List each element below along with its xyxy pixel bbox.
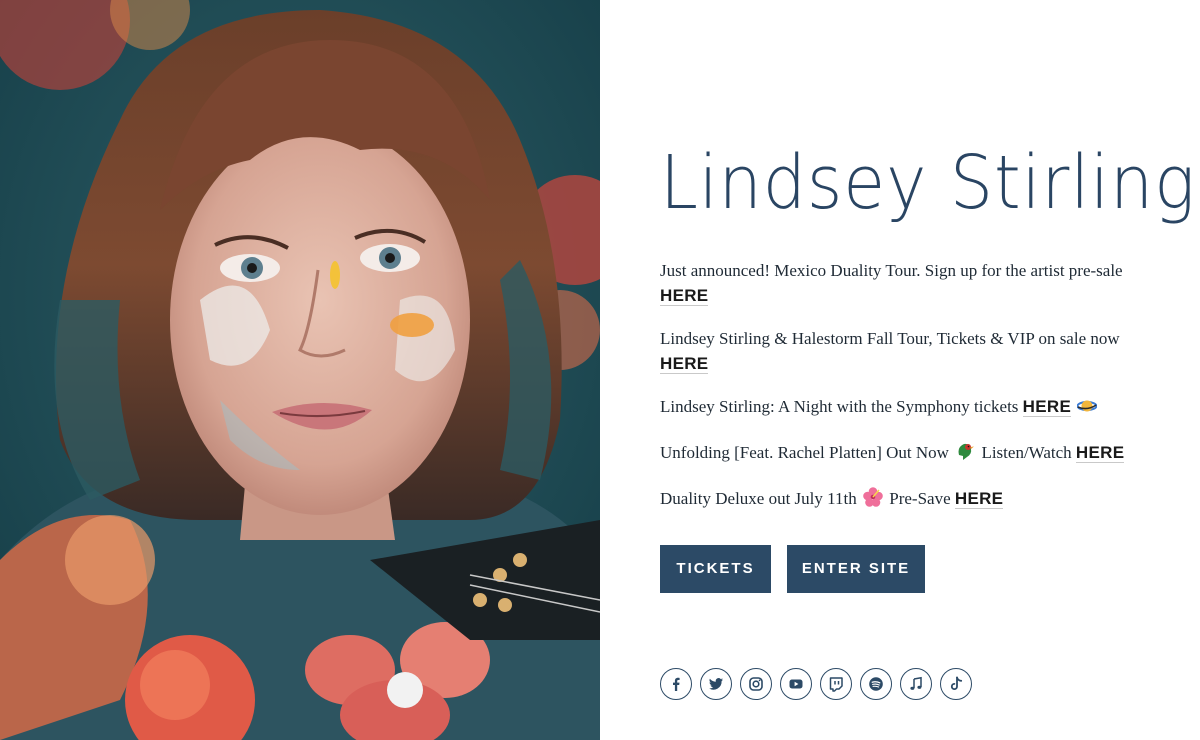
instagram-icon (749, 677, 763, 691)
youtube-icon (789, 679, 803, 689)
news-text: Unfolding [Feat. Rachel Platten] Out Now (660, 443, 954, 462)
youtube-link[interactable] (780, 668, 812, 700)
tickets-button[interactable]: TICKETS (660, 545, 771, 593)
facebook-icon (673, 677, 680, 691)
tiktok-icon (950, 676, 963, 690)
news-link-here[interactable]: HERE (660, 286, 709, 306)
twitter-icon (709, 678, 723, 690)
news-item: Lindsey Stirling: A Night with the Symph… (660, 394, 1140, 422)
cta-buttons: TICKETS ENTER SITE (660, 545, 941, 593)
news-text: Pre-Save (885, 489, 955, 508)
news-text: Just announced! Mexico Duality Tour. Sig… (660, 261, 1123, 280)
news-text: Lindsey Stirling & Halestorm Fall Tour, … (660, 329, 1120, 348)
music-note-icon (910, 676, 922, 690)
hero-content: Lindsey Stirling Just announced! Mexico … (660, 0, 1195, 740)
news-link-here[interactable]: HERE (660, 354, 709, 374)
music-link[interactable] (900, 668, 932, 700)
instagram-link[interactable] (740, 668, 772, 700)
social-links (660, 668, 972, 700)
artist-portrait-photo (0, 0, 600, 740)
twitch-link[interactable] (820, 668, 852, 700)
news-item: Just announced! Mexico Duality Tour. Sig… (660, 258, 1140, 308)
enter-site-button[interactable]: ENTER SITE (787, 545, 925, 593)
news-link-here[interactable]: HERE (954, 489, 1004, 509)
hibiscus-emoji-icon (863, 487, 883, 514)
news-text: Listen/Watch (977, 443, 1076, 462)
news-item: Duality Deluxe out July 11th Pre-Save HE… (660, 486, 1140, 514)
news-text: Lindsey Stirling: A Night with the Symph… (660, 397, 1023, 416)
spotify-link[interactable] (860, 668, 892, 700)
twitch-icon (829, 677, 843, 692)
bird-emoji-icon (955, 441, 975, 468)
artist-name-title: Lindsey Stirling (660, 140, 1196, 226)
news-item: Lindsey Stirling & Halestorm Fall Tour, … (660, 326, 1140, 376)
news-link-here[interactable]: HERE (1075, 443, 1125, 463)
tiktok-link[interactable] (940, 668, 972, 700)
twitter-link[interactable] (700, 668, 732, 700)
news-link-here[interactable]: HERE (1022, 397, 1072, 417)
saturn-planet-emoji-icon (1076, 397, 1098, 422)
facebook-link[interactable] (660, 668, 692, 700)
news-text: Duality Deluxe out July 11th (660, 489, 861, 508)
spotify-icon (869, 677, 883, 691)
news-list: Just announced! Mexico Duality Tour. Sig… (660, 258, 1140, 532)
news-item: Unfolding [Feat. Rachel Platten] Out Now… (660, 440, 1140, 468)
